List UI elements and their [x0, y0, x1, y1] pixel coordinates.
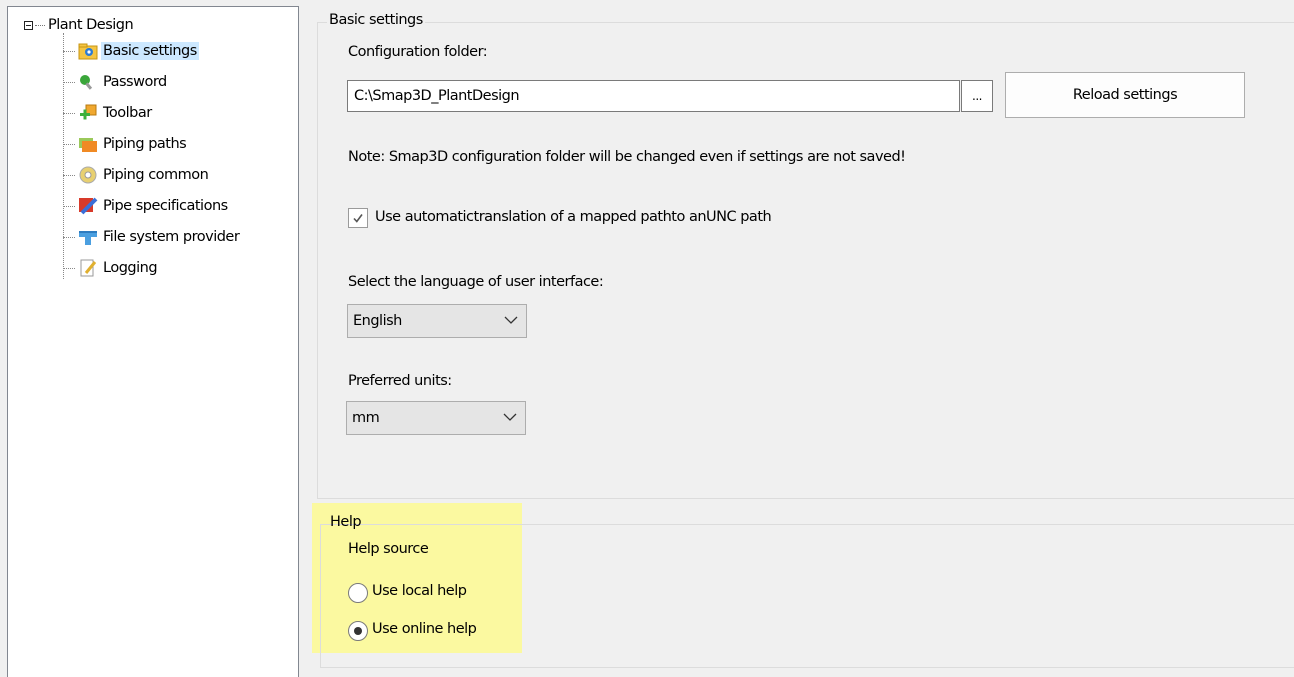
tree-item-pipe-specifications[interactable]: Pipe specifications: [63, 192, 230, 220]
tree-item-label: Basic settings: [101, 42, 199, 60]
key-icon: [77, 71, 99, 93]
config-folder-value: C:\Smap3D_PlantDesign: [354, 88, 520, 104]
config-folder-label: Configuration folder:: [348, 44, 488, 60]
tree-item-piping-common[interactable]: Piping common: [63, 161, 210, 189]
chevron-down-icon: [503, 413, 517, 421]
units-label: Preferred units:: [348, 373, 452, 389]
tree-item-file-system-provider[interactable]: File system provider: [63, 223, 241, 251]
config-folder-input[interactable]: C:\Smap3D_PlantDesign: [347, 80, 960, 112]
checkmark-icon: [353, 214, 363, 223]
tree-item-label: File system provider: [103, 229, 240, 245]
help-source-label: Help source: [348, 541, 429, 557]
tree-item-label: Logging: [103, 260, 158, 276]
toolbar-plus-icon: [77, 102, 99, 124]
local-help-label[interactable]: Use local help: [372, 583, 467, 599]
folder-icon: [77, 133, 99, 155]
help-title: Help: [330, 514, 362, 530]
units-select[interactable]: mm: [346, 401, 526, 435]
tree-item-label: Piping paths: [103, 136, 187, 152]
tree-item-label: Password: [103, 74, 167, 90]
units-value: mm: [352, 410, 380, 426]
online-help-radio[interactable]: [348, 621, 368, 641]
tree-item-logging[interactable]: Logging: [63, 254, 159, 282]
settings-tree[interactable]: Plant Design Basic settings Password Too…: [7, 6, 299, 677]
local-help-radio[interactable]: [348, 583, 368, 603]
tree-item-label: Toolbar: [103, 105, 152, 121]
language-value: English: [353, 313, 402, 329]
tree-root[interactable]: Plant Design: [24, 15, 134, 35]
gear-folder-icon: [77, 40, 99, 62]
tree-item-basic-settings[interactable]: Basic settings: [63, 37, 199, 65]
tree-item-label: Pipe specifications: [103, 198, 228, 214]
tree-item-password[interactable]: Password: [63, 68, 169, 96]
language-select[interactable]: English: [347, 304, 527, 338]
tree-connector: [35, 24, 45, 26]
spec-icon: [77, 195, 99, 217]
tree-item-piping-paths[interactable]: Piping paths: [63, 130, 188, 158]
tree-item-toolbar[interactable]: Toolbar: [63, 99, 154, 127]
online-help-label[interactable]: Use online help: [372, 621, 477, 637]
unc-translation-label[interactable]: Use automatictranslation of a mapped pat…: [375, 209, 772, 225]
tree-root-label: Plant Design: [48, 17, 134, 33]
language-label: Select the language of user interface:: [348, 274, 604, 290]
disc-icon: [77, 164, 99, 186]
unc-translation-checkbox[interactable]: [348, 208, 368, 228]
chevron-down-icon: [504, 316, 518, 324]
browse-button[interactable]: ...: [961, 80, 993, 112]
basic-settings-title: Basic settings: [327, 12, 425, 28]
file-system-icon: [77, 226, 99, 248]
collapse-icon[interactable]: [24, 20, 33, 30]
reload-settings-button[interactable]: Reload settings: [1005, 72, 1245, 118]
config-note: Note: Smap3D configuration folder will b…: [348, 149, 906, 165]
log-icon: [77, 257, 99, 279]
tree-item-label: Piping common: [103, 167, 209, 183]
